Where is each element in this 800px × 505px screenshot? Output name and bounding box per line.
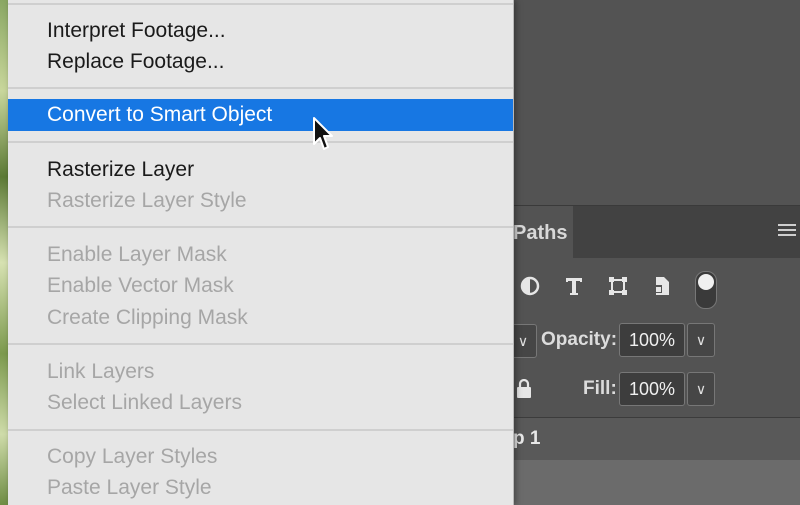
layer-name: p 1 xyxy=(513,428,541,449)
menu-item-copy-layer-styles: Copy Layer Styles xyxy=(47,445,218,468)
mouse-pointer-icon xyxy=(313,117,333,150)
menu-item-enable-layer-mask: Enable Layer Mask xyxy=(47,243,227,266)
layers-panel: Paths ∨ Opacity: 100% ∨ Fill: 100% ∨ p 1 xyxy=(509,205,800,505)
menu-item-create-clipping-mask: Create Clipping Mask xyxy=(47,306,248,329)
menu-separator xyxy=(8,3,513,5)
panel-tab-bar: Paths xyxy=(513,205,800,258)
opacity-dropdown-chevron-icon[interactable]: ∨ xyxy=(687,323,715,357)
layer-context-menu: Interpret Footage... Replace Footage... … xyxy=(8,0,514,505)
document-area xyxy=(513,0,800,205)
fill-dropdown-chevron-icon[interactable]: ∨ xyxy=(687,372,715,406)
menu-separator xyxy=(8,226,513,228)
smart-object-filter-icon[interactable] xyxy=(649,275,675,301)
adjustment-filter-icon[interactable] xyxy=(517,275,543,301)
layer-row-selected[interactable] xyxy=(513,460,800,505)
menu-item-select-linked-layers: Select Linked Layers xyxy=(47,391,242,414)
menu-separator xyxy=(8,343,513,345)
menu-item-rasterize-layer[interactable]: Rasterize Layer xyxy=(8,154,513,185)
panel-menu-icon[interactable] xyxy=(778,224,796,238)
menu-item-rasterize-layer-style: Rasterize Layer Style xyxy=(47,189,247,212)
menu-separator xyxy=(8,141,513,143)
tab-paths-label: Paths xyxy=(513,222,568,244)
layer-row[interactable]: p 1 xyxy=(513,417,800,461)
opacity-label: Opacity: xyxy=(541,329,618,350)
menu-separator xyxy=(8,429,513,431)
menu-item-enable-vector-mask: Enable Vector Mask xyxy=(47,274,234,297)
menu-item-paste-layer-style: Paste Layer Style xyxy=(47,476,212,499)
filter-toggle[interactable] xyxy=(695,271,717,309)
opacity-input[interactable]: 100% xyxy=(619,323,685,357)
menu-separator xyxy=(8,87,513,89)
shape-filter-icon[interactable] xyxy=(605,275,631,301)
menu-item-interpret-footage[interactable]: Interpret Footage... xyxy=(8,15,513,46)
type-filter-icon[interactable] xyxy=(561,275,587,301)
fill-label: Fill: xyxy=(583,378,617,399)
menu-item-link-layers: Link Layers xyxy=(47,360,155,383)
menu-item-convert-to-smart-object[interactable]: Convert to Smart Object xyxy=(8,99,513,131)
tab-paths[interactable]: Paths xyxy=(513,206,573,258)
layer-filter-row xyxy=(513,267,800,311)
menu-item-replace-footage[interactable]: Replace Footage... xyxy=(8,46,513,77)
lock-icon[interactable] xyxy=(515,378,533,399)
fill-input[interactable]: 100% xyxy=(619,372,685,406)
